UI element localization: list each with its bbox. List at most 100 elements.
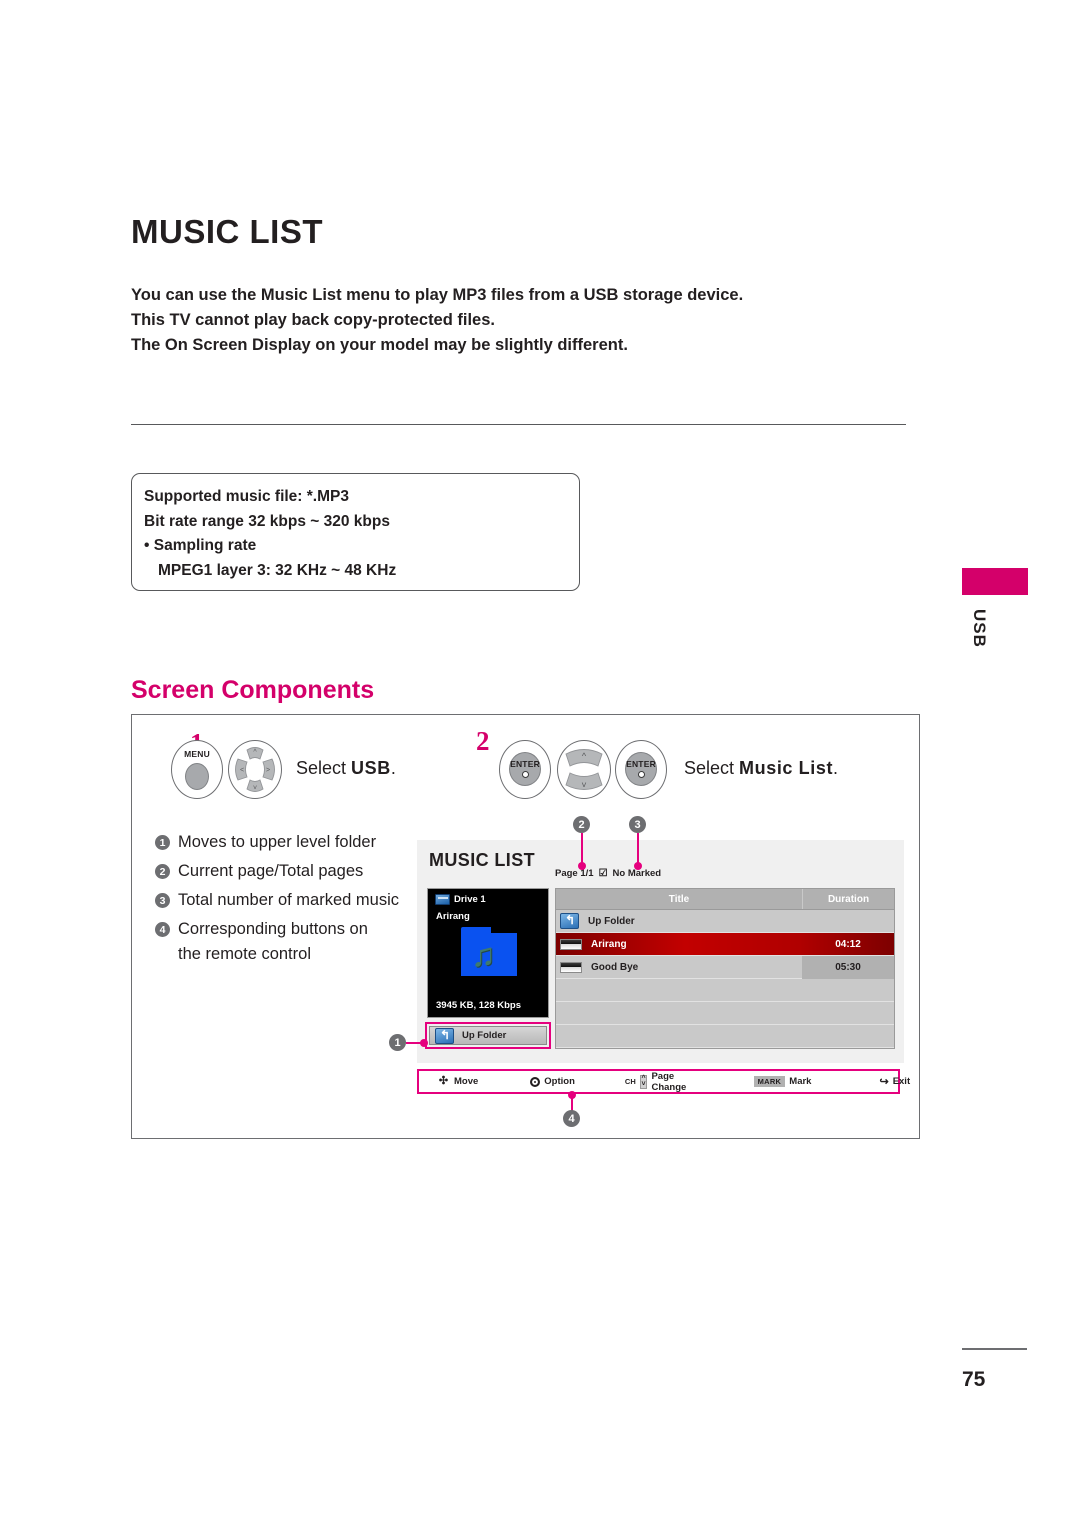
ch-updown-icon: ^ ˅	[639, 1074, 648, 1089]
page-number: 75	[962, 1368, 986, 1391]
step-2-instruction: Select Music List.	[684, 758, 838, 779]
channel-updown-pad-graphic: ^ ˅	[557, 740, 611, 799]
up-folder-button-label: Up Folder	[462, 1030, 507, 1041]
menu-button-label: MENU	[184, 749, 210, 759]
osd-title: MUSIC LIST	[429, 850, 535, 870]
key-guide-mark[interactable]: MARK Mark	[753, 1076, 812, 1087]
key-guide-mark-label: Mark	[789, 1076, 812, 1087]
row-title-text: Up Folder	[588, 915, 635, 927]
svg-text:˅: ˅	[253, 785, 257, 792]
intro-line-2: This TV cannot play back copy-protected …	[131, 311, 495, 329]
key-guide-exit[interactable]: ↪ Exit	[879, 1075, 910, 1088]
osd-music-list-screen: MUSIC LIST Page 1/1 ☑ No Marked Drive 1 …	[417, 840, 904, 1063]
music-file-icon	[560, 938, 582, 950]
callout-badge-3: 3	[629, 816, 646, 833]
legend-text: Moves to upper level folder	[178, 833, 377, 851]
legend-text: Current page/Total pages	[178, 862, 364, 880]
step-2-suffix: .	[833, 758, 839, 778]
table-header-row: Title Duration	[556, 889, 894, 910]
preview-file-meta: 3945 KB, 128 Kbps	[436, 1000, 522, 1011]
music-file-icon	[560, 961, 582, 973]
drive-row: Drive 1	[435, 894, 486, 905]
section-heading: Screen Components	[131, 676, 375, 704]
spec-line-3: • Sampling rate	[144, 537, 257, 555]
table-row[interactable]: Up Folder	[556, 910, 894, 933]
key-guide-page-change-label: Page Change	[651, 1070, 687, 1093]
side-tab-label: USB	[970, 609, 989, 648]
callout-line-2	[581, 833, 583, 865]
up-folder-button[interactable]: Up Folder	[429, 1026, 547, 1045]
table-row[interactable]	[556, 1025, 894, 1048]
step-1-prefix: Select	[296, 758, 352, 778]
enter-button-a-inner-circle	[509, 752, 541, 786]
legend-text: the remote control	[178, 945, 311, 963]
up-folder-icon	[560, 913, 579, 929]
option-icon	[530, 1076, 541, 1087]
osd-meta-row: Page 1/1 ☑ No Marked	[555, 868, 661, 879]
supported-format-box: Supported music file: *.MP3 Bit rate ran…	[131, 473, 580, 591]
marked-checkbox-icon: ☑	[598, 868, 608, 879]
spec-line-1: Supported music file: *.MP3	[144, 488, 349, 505]
side-tab-usb: USB	[962, 568, 1028, 648]
manual-page: MUSIC LIST You can use the Music List me…	[0, 0, 1080, 1516]
key-guide-option[interactable]: Option	[530, 1076, 575, 1087]
enter-button-b-label: ENTER	[626, 759, 656, 769]
intro-paragraph: You can use the Music List menu to play …	[131, 283, 831, 358]
legend-badge-spacer	[155, 947, 170, 962]
nav-pad-arrows-icon: ^ ˅ < >	[235, 747, 275, 792]
callout-dot-2	[578, 862, 586, 870]
table-row[interactable]	[556, 979, 894, 1002]
intro-line-3: The On Screen Display on your model may …	[131, 336, 628, 354]
svg-text:<: <	[240, 767, 244, 774]
enter-button-a-dot-icon	[522, 771, 529, 778]
row-title-text: Arirang	[591, 938, 627, 950]
row-title-cell: Up Folder	[556, 913, 802, 929]
step-2-prefix: Select	[684, 758, 740, 778]
mark-chip: MARK	[753, 1076, 786, 1087]
step-1-instruction: Select USB.	[296, 758, 396, 779]
list-item: 3 Total number of marked music	[155, 888, 415, 913]
menu-button-inner-circle	[185, 763, 209, 790]
column-header-title: Title	[668, 894, 690, 905]
enter-button-a-label: ENTER	[510, 759, 540, 769]
nav-pad-graphic: ^ ˅ < >	[228, 740, 282, 799]
spec-line-2: Bit rate range 32 kbps ~ 320 kbps	[144, 512, 390, 530]
row-duration-cell: 05:30	[802, 955, 894, 979]
row-title-cell: Good Bye	[556, 961, 802, 973]
table-row[interactable]	[556, 1002, 894, 1025]
table-row[interactable]: Good Bye 05:30	[556, 955, 894, 979]
list-item: 1 Moves to upper level folder	[155, 830, 415, 855]
row-duration-cell: 04:12	[835, 938, 861, 950]
callout-line-3	[637, 833, 639, 865]
intro-line-1: You can use the Music List menu to play …	[131, 286, 744, 304]
key-guide-page-change[interactable]: CH ^ ˅ Page Change	[625, 1071, 690, 1093]
legend-badge: 1	[155, 835, 170, 850]
page-indicator: Page 1/1	[555, 868, 594, 879]
drive-label: Drive 1	[454, 894, 486, 905]
table-row[interactable]: Arirang 04:12	[556, 933, 894, 956]
osd-key-guide-bar: ✣ Move Option CH ^ ˅ Page Change MARK Mar…	[417, 1069, 910, 1094]
list-item: 4 Corresponding buttons on	[155, 917, 415, 942]
horizontal-divider	[131, 424, 906, 425]
preview-file-name: Arirang	[436, 911, 470, 922]
enter-button-b-inner-circle	[625, 752, 657, 786]
legend-badge: 4	[155, 922, 170, 937]
drive-icon	[435, 894, 450, 905]
callout-badge-1: 1	[389, 1034, 406, 1051]
callout-badge-4: 4	[563, 1110, 580, 1127]
svg-text:>: >	[266, 767, 270, 774]
callout-line-4	[571, 1095, 573, 1111]
music-note-glyph: ♫	[471, 936, 496, 973]
legend-list: 1 Moves to upper level folder 2 Current …	[155, 830, 415, 971]
exit-icon: ↪	[879, 1076, 889, 1088]
up-folder-icon	[435, 1027, 454, 1044]
side-tab-bar	[962, 568, 1028, 595]
key-guide-move[interactable]: ✣ Move	[437, 1076, 478, 1088]
enter-button-b-dot-icon	[638, 771, 645, 778]
key-guide-exit-label: Exit	[892, 1076, 911, 1087]
row-title-text: Good Bye	[591, 961, 639, 973]
music-folder-icon: ♫	[461, 927, 517, 976]
list-item: 2 Current page/Total pages	[155, 859, 415, 884]
row-title-cell: Arirang	[556, 938, 802, 950]
svg-text:˅: ˅	[581, 780, 586, 790]
